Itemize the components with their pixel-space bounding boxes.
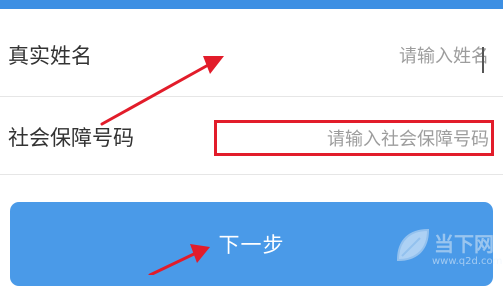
name-input[interactable] [229,43,489,69]
ssn-input-highlight-box [214,120,494,156]
divider [0,96,503,97]
header-bar [0,0,503,9]
name-field-label: 真实姓名 [8,44,92,68]
watermark-url: www.q2d.com [432,256,503,267]
divider [0,174,503,175]
name-field-row: 真实姓名 [0,9,503,97]
text-cursor [482,47,484,73]
watermark-title: 当下网 [434,232,494,256]
ssn-field-label: 社会保障号码 [8,126,134,150]
watermark: 当下网 www.q2d.com [392,222,502,274]
leaf-logo-icon [396,228,430,262]
